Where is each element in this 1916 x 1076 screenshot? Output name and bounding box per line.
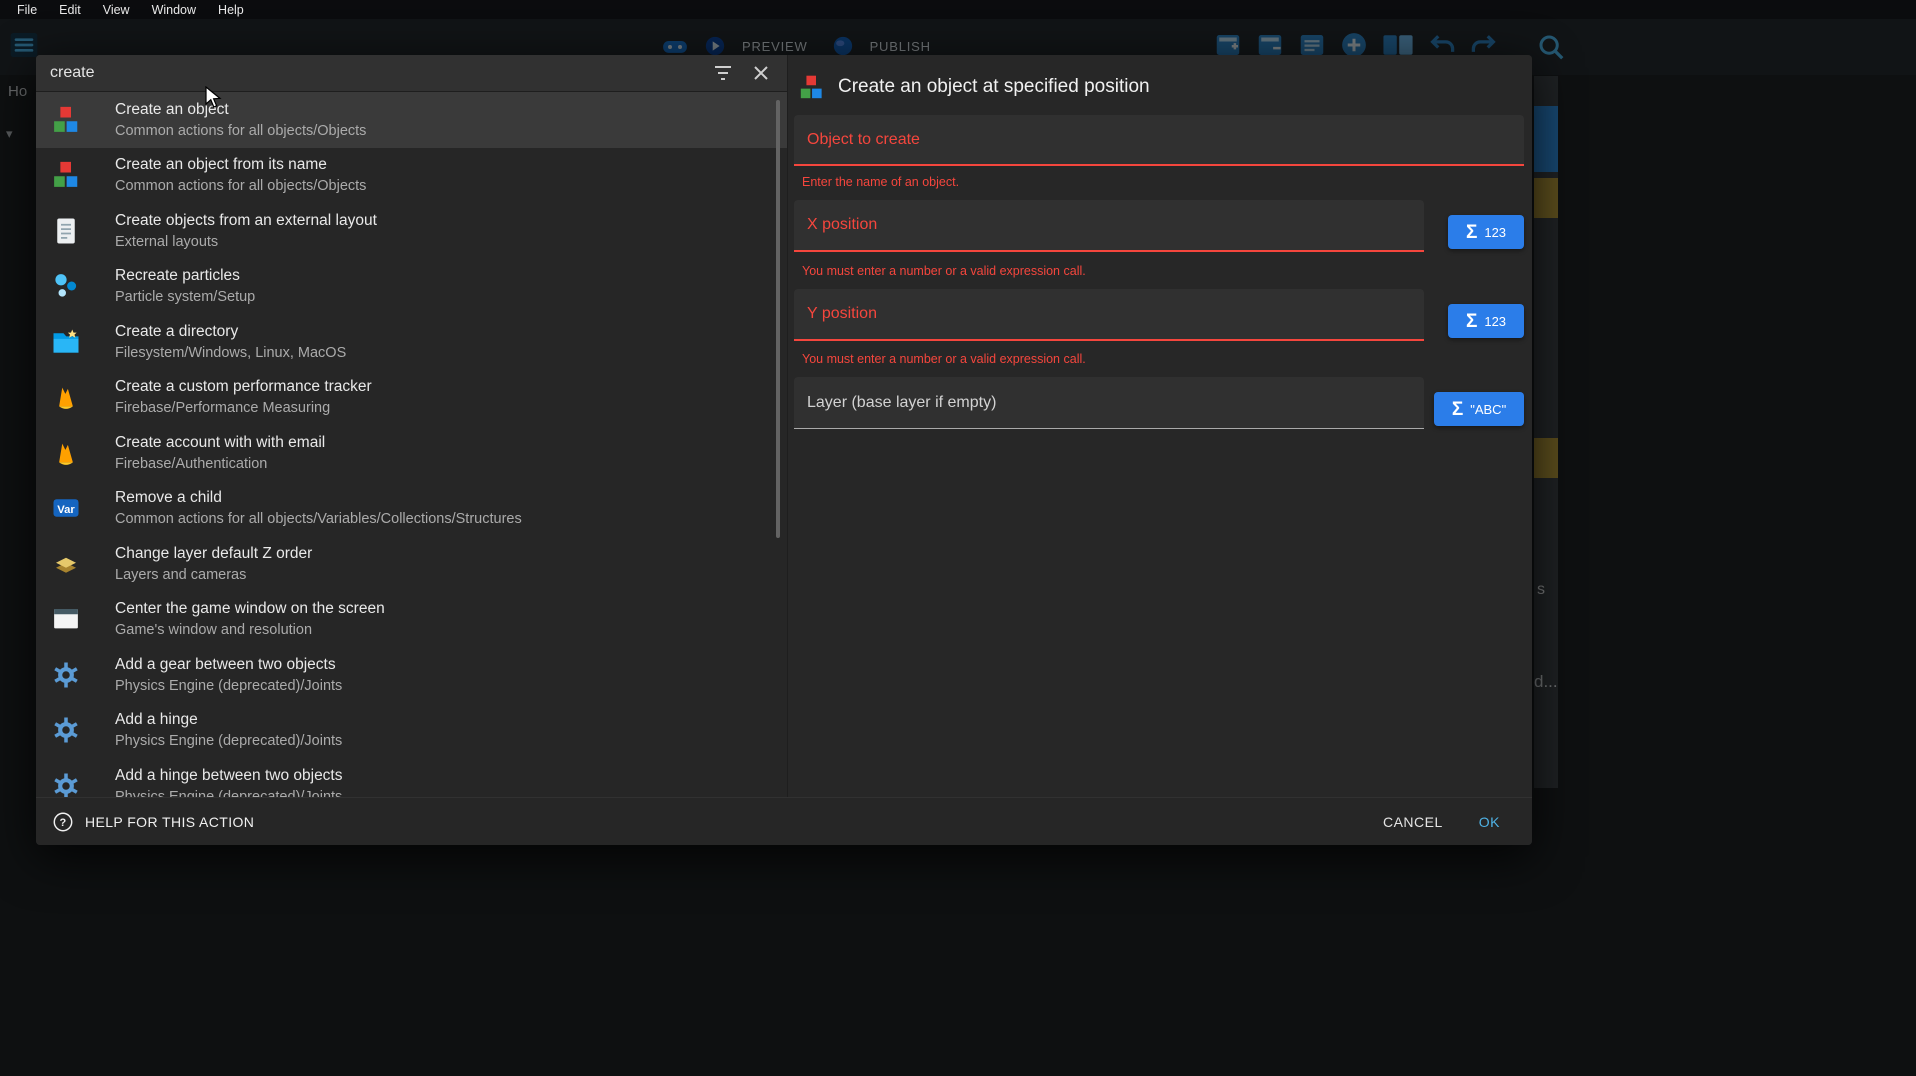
x-position-field[interactable]: X position xyxy=(794,200,1424,252)
menu-edit[interactable]: Edit xyxy=(48,3,92,17)
window-icon xyxy=(50,603,82,635)
firebase-icon xyxy=(50,437,82,469)
action-subtitle: Layers and cameras xyxy=(115,567,312,583)
layer-field[interactable]: Layer (base layer if empty) xyxy=(794,377,1424,429)
action-list-item[interactable]: Add a gear between two objects Physics En… xyxy=(36,647,787,703)
object-to-create-helper: Enter the name of an object. xyxy=(802,175,959,189)
help-button[interactable]: ? HELP FOR THIS ACTION xyxy=(52,811,254,833)
action-title: Create an object xyxy=(115,101,366,119)
action-subtitle: Particle system/Setup xyxy=(115,289,255,305)
action-subtitle: Physics Engine (deprecated)/Joints xyxy=(115,789,343,797)
help-circle-icon: ? xyxy=(52,811,74,833)
svg-text:?: ? xyxy=(59,816,66,828)
sigma-icon: Σ xyxy=(1466,223,1477,242)
x-position-label: X position xyxy=(807,216,877,234)
action-subtitle: Filesystem/Windows, Linux, MacOS xyxy=(115,345,346,361)
layers-icon xyxy=(50,548,82,580)
object-to-create-label: Object to create xyxy=(807,131,920,149)
menu-window[interactable]: Window xyxy=(141,3,207,17)
help-label: HELP FOR THIS ACTION xyxy=(85,814,254,830)
action-list-item[interactable]: Center the game window on the screen Game… xyxy=(36,592,787,648)
y-position-error: You must enter a number or a valid expre… xyxy=(802,352,1086,366)
action-title: Add a hinge xyxy=(115,711,342,729)
action-list-item[interactable]: Create a directory Filesystem/Windows, Li… xyxy=(36,314,787,370)
screen: FileEditViewWindowHelp PREVIEW xyxy=(0,0,1916,1076)
action-title: Create objects from an external layout xyxy=(115,212,377,230)
action-title: Recreate particles xyxy=(115,267,255,285)
menu-view[interactable]: View xyxy=(92,3,141,17)
list-scrollbar[interactable] xyxy=(776,100,780,538)
action-parameters-panel: Create an object at specified position O… xyxy=(788,55,1532,797)
y-position-field[interactable]: Y position xyxy=(794,289,1424,341)
layer-expression-button[interactable]: Σ "ABC" xyxy=(1434,392,1524,426)
x-expression-button[interactable]: Σ 123 xyxy=(1448,215,1524,249)
objects-icon xyxy=(798,74,825,101)
action-title: Create account with with email xyxy=(115,434,325,452)
action-detail-title: Create an object at specified position xyxy=(838,76,1150,98)
objects-icon xyxy=(50,159,82,191)
action-subtitle: Physics Engine (deprecated)/Joints xyxy=(115,733,342,749)
action-subtitle: Physics Engine (deprecated)/Joints xyxy=(115,678,342,694)
action-title: Create a directory xyxy=(115,323,346,341)
firebase-icon xyxy=(50,381,82,413)
gear-icon xyxy=(50,770,82,797)
objects-icon xyxy=(50,104,82,136)
action-list-item[interactable]: Change layer default Z order Layers and c… xyxy=(36,536,787,592)
gear-icon xyxy=(50,659,82,691)
action-search-panel: create Create an object Common actions fo… xyxy=(36,55,788,797)
action-subtitle: Common actions for all objects/Variables… xyxy=(115,511,522,527)
action-title: Add a gear between two objects xyxy=(115,656,342,674)
layer-label: Layer (base layer if empty) xyxy=(807,394,996,412)
dialog-footer: ? HELP FOR THIS ACTION CANCEL OK xyxy=(36,797,1532,845)
action-subtitle: Common actions for all objects/Objects xyxy=(115,178,366,194)
sigma-icon: Σ xyxy=(1466,312,1477,331)
action-list-item[interactable]: Create a custom performance tracker Fireb… xyxy=(36,370,787,426)
action-list-item[interactable]: Add a hinge Physics Engine (deprecated)/J… xyxy=(36,703,787,759)
action-list-item[interactable]: Create an object from its name Common act… xyxy=(36,148,787,204)
action-title: Remove a child xyxy=(115,489,522,507)
object-to-create-field[interactable]: Object to create xyxy=(794,115,1524,166)
action-list-item[interactable]: Add a hinge between two objects Physics E… xyxy=(36,758,787,797)
folder-icon xyxy=(50,326,82,358)
menu-file[interactable]: File xyxy=(6,3,48,17)
search-bar[interactable]: create xyxy=(36,55,787,92)
svg-text:Var: Var xyxy=(57,504,75,516)
action-title: Center the game window on the screen xyxy=(115,600,385,618)
gear-icon xyxy=(50,714,82,746)
action-list-item[interactable]: Create an object Common actions for all o… xyxy=(36,92,787,148)
close-icon[interactable] xyxy=(749,61,773,85)
ok-button[interactable]: OK xyxy=(1463,806,1516,838)
filter-icon[interactable] xyxy=(711,61,735,85)
x-position-error: You must enter a number or a valid expre… xyxy=(802,264,1086,278)
sigma-icon: Σ xyxy=(1452,400,1463,419)
menu-help[interactable]: Help xyxy=(207,3,255,17)
action-title: Create a custom performance tracker xyxy=(115,378,372,396)
search-input[interactable]: create xyxy=(50,64,697,82)
var-icon: Var xyxy=(50,492,82,524)
y-expression-button[interactable]: Σ 123 xyxy=(1448,304,1524,338)
action-list-item[interactable]: Create account with with email Firebase/A… xyxy=(36,425,787,481)
cancel-button[interactable]: CANCEL xyxy=(1363,806,1463,838)
action-title: Create an object from its name xyxy=(115,156,366,174)
action-subtitle: Game's window and resolution xyxy=(115,622,385,638)
document-icon xyxy=(50,215,82,247)
action-list-item[interactable]: Create objects from an external layout Ex… xyxy=(36,203,787,259)
particles-icon xyxy=(50,270,82,302)
action-title: Add a hinge between two objects xyxy=(115,767,343,785)
action-list: Create an object Common actions for all o… xyxy=(36,92,787,797)
action-title: Change layer default Z order xyxy=(115,545,312,563)
y-position-label: Y position xyxy=(807,305,877,323)
action-subtitle: External layouts xyxy=(115,234,377,250)
action-list-item[interactable]: Var Remove a child Common actions for all … xyxy=(36,481,787,537)
menubar: FileEditViewWindowHelp xyxy=(0,0,1916,19)
action-subtitle: Firebase/Authentication xyxy=(115,456,325,472)
action-subtitle: Common actions for all objects/Objects xyxy=(115,123,366,139)
action-list-item[interactable]: Recreate particles Particle system/Setup xyxy=(36,259,787,315)
instruction-editor-dialog: create Create an object Common actions fo… xyxy=(36,55,1532,845)
action-subtitle: Firebase/Performance Measuring xyxy=(115,400,372,416)
